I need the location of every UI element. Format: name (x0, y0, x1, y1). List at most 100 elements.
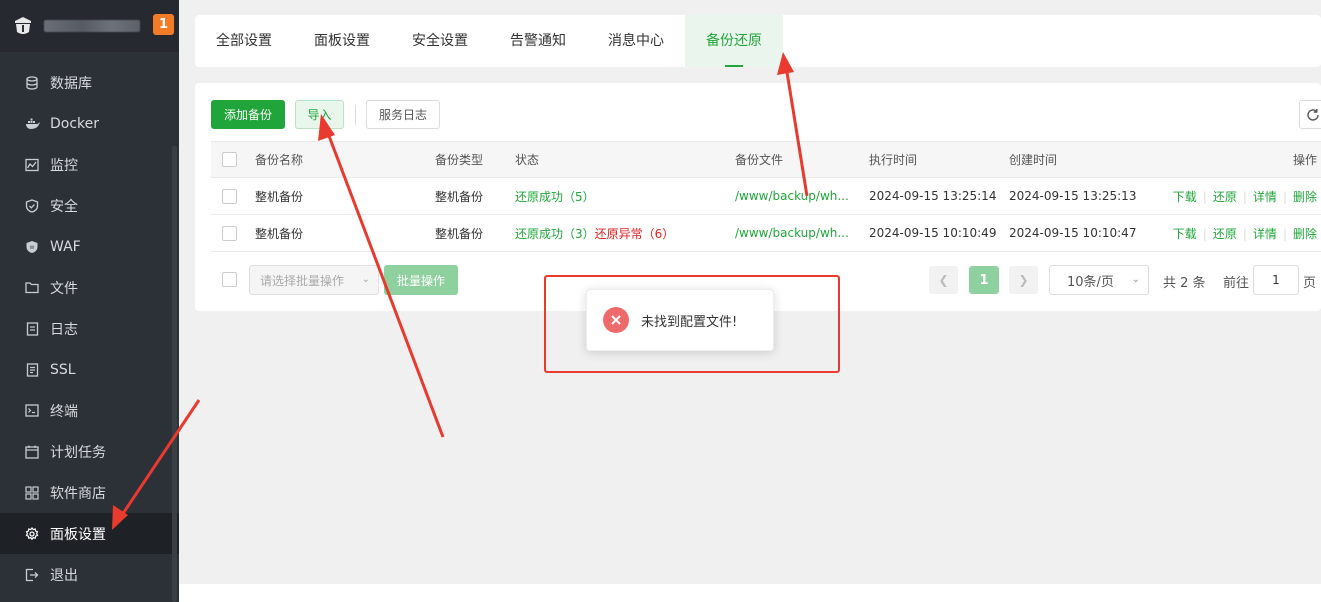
tab-backup-restore[interactable]: 备份还原 (685, 15, 783, 67)
chevron-down-icon: ⌄ (1131, 274, 1140, 285)
footer-select-all-checkbox[interactable] (222, 272, 237, 287)
goto-page-input[interactable]: 1 (1253, 265, 1299, 295)
delete-link[interactable]: 删除 (1293, 190, 1317, 204)
sidebar-item-label: WAF (50, 238, 81, 255)
sidebar-item-store[interactable]: 软件商店 (0, 472, 179, 513)
sidebar-item-terminal[interactable]: 终端 (0, 390, 179, 431)
folder-icon (24, 280, 40, 296)
sidebar-item-label: 安全 (50, 198, 78, 215)
monitor-icon (24, 157, 40, 173)
sidebar-item-label: 计划任务 (50, 444, 106, 461)
chevron-down-icon: ⌄ (361, 274, 370, 285)
gear-icon (24, 526, 40, 542)
select-all-cell (211, 141, 255, 178)
delete-link[interactable]: 删除 (1293, 227, 1317, 241)
cell-name: 整机备份 (255, 214, 435, 252)
logout-icon (24, 567, 40, 583)
ssl-icon (24, 362, 40, 378)
action-separator: | (1282, 226, 1287, 241)
download-link[interactable]: 下载 (1173, 227, 1197, 241)
row-checkbox[interactable] (222, 188, 237, 204)
page-size-select[interactable]: 10条/页 ⌄ (1049, 265, 1149, 295)
sidebar-item-database[interactable]: 数据库 (0, 62, 179, 103)
service-log-button[interactable]: 服务日志 (366, 100, 440, 129)
sidebar-item-docker[interactable]: Docker (0, 103, 179, 144)
sidebar-item-logout[interactable]: 退出 (0, 554, 179, 595)
refresh-button[interactable] (1299, 100, 1321, 129)
select-all-checkbox[interactable] (222, 152, 237, 167)
cell-status: 还原成功（5） (515, 177, 735, 215)
current-page-button[interactable]: 1 (969, 266, 999, 294)
sidebar-item-label: 数据库 (50, 75, 92, 92)
sidebar-item-panel-settings[interactable]: 面板设置 (0, 513, 179, 554)
cell-create-time: 2024-09-15 10:10:47 (1009, 214, 1159, 252)
status-success[interactable]: 还原成功（3） (515, 227, 595, 241)
log-icon (24, 321, 40, 337)
action-separator: | (1282, 189, 1287, 204)
tab-message-center[interactable]: 消息中心 (587, 15, 685, 67)
cell-actions: 下载 | 还原 | 详情 | 删除 (1159, 177, 1321, 215)
add-backup-button[interactable]: 添加备份 (211, 100, 285, 129)
chevron-right-icon: ❯ (1018, 273, 1029, 287)
details-link[interactable]: 详情 (1253, 227, 1277, 241)
tab-alert-notification[interactable]: 告警通知 (489, 15, 587, 67)
sidebar-item-waf[interactable]: W WAF (0, 226, 179, 267)
col-header-type: 备份类型 (435, 141, 515, 178)
toolbar-divider (355, 105, 356, 125)
sidebar-item-files[interactable]: 文件 (0, 267, 179, 308)
status-success[interactable]: 还原成功（5） (515, 190, 595, 204)
sidebar-item-label: 终端 (50, 403, 78, 420)
batch-operation-select[interactable]: 请选择批量操作 ⌄ (249, 265, 379, 295)
col-header-name: 备份名称 (255, 141, 435, 178)
cell-status: 还原成功（3）还原异常（6） (515, 214, 735, 252)
restore-link[interactable]: 还原 (1213, 227, 1237, 241)
notification-badge[interactable]: 1 (153, 14, 174, 35)
apps-icon (24, 485, 40, 501)
terminal-icon (24, 403, 40, 419)
sidebar-item-monitor[interactable]: 监控 (0, 144, 179, 185)
col-header-file: 备份文件 (735, 141, 869, 178)
import-button[interactable]: 导入 (295, 100, 344, 129)
cell-file[interactable]: /www/backup/wh... (735, 177, 869, 215)
waf-icon: W (24, 239, 40, 255)
tab-panel-settings[interactable]: 面板设置 (293, 15, 391, 67)
calendar-icon (24, 444, 40, 460)
cell-type: 整机备份 (435, 214, 515, 252)
backup-table: 备份名称 备份类型 状态 备份文件 执行时间 创建时间 操作 整机备份 整机备份… (211, 141, 1321, 252)
sidebar-item-security[interactable]: 安全 (0, 185, 179, 226)
cell-file[interactable]: /www/backup/wh... (735, 214, 869, 252)
cell-name: 整机备份 (255, 177, 435, 215)
cell-type: 整机备份 (435, 177, 515, 215)
row-select-cell (211, 177, 255, 215)
next-page-button[interactable]: ❯ (1009, 266, 1038, 294)
logo-icon (15, 17, 31, 34)
sidebar-item-label: 日志 (50, 321, 78, 338)
tab-all-settings[interactable]: 全部设置 (195, 15, 293, 67)
cell-create-time: 2024-09-15 13:25:13 (1009, 177, 1159, 215)
col-header-exec-time: 执行时间 (869, 141, 1009, 178)
sidebar-item-ssl[interactable]: SSL (0, 349, 179, 390)
status-error[interactable]: 还原异常（6） (595, 227, 675, 241)
sidebar-item-label: 监控 (50, 157, 78, 174)
sidebar-menu: 数据库 Docker 监控 安全 W WAF 文件 日志 SSL 终端 计划任务… (0, 62, 179, 595)
bottom-strip (179, 584, 1321, 602)
restore-link[interactable]: 还原 (1213, 190, 1237, 204)
sidebar-item-label: 面板设置 (50, 526, 106, 543)
chevron-left-icon: ❮ (938, 273, 949, 287)
download-link[interactable]: 下载 (1173, 190, 1197, 204)
row-checkbox[interactable] (222, 225, 237, 241)
tab-security-settings[interactable]: 安全设置 (391, 15, 489, 67)
prev-page-button[interactable]: ❮ (929, 266, 958, 294)
cell-exec-time: 2024-09-15 13:25:14 (869, 177, 1009, 215)
total-count: 共 2 条 (1163, 276, 1206, 291)
sidebar-scrollbar[interactable] (172, 146, 177, 602)
error-icon (603, 307, 629, 333)
action-separator: | (1242, 189, 1247, 204)
table-header-row: 备份名称 备份类型 状态 备份文件 执行时间 创建时间 操作 (211, 141, 1321, 178)
action-separator: | (1202, 226, 1207, 241)
action-separator: | (1202, 189, 1207, 204)
sidebar-item-logs[interactable]: 日志 (0, 308, 179, 349)
sidebar-item-cron[interactable]: 计划任务 (0, 431, 179, 472)
details-link[interactable]: 详情 (1253, 190, 1277, 204)
batch-operation-button[interactable]: 批量操作 (384, 265, 458, 295)
